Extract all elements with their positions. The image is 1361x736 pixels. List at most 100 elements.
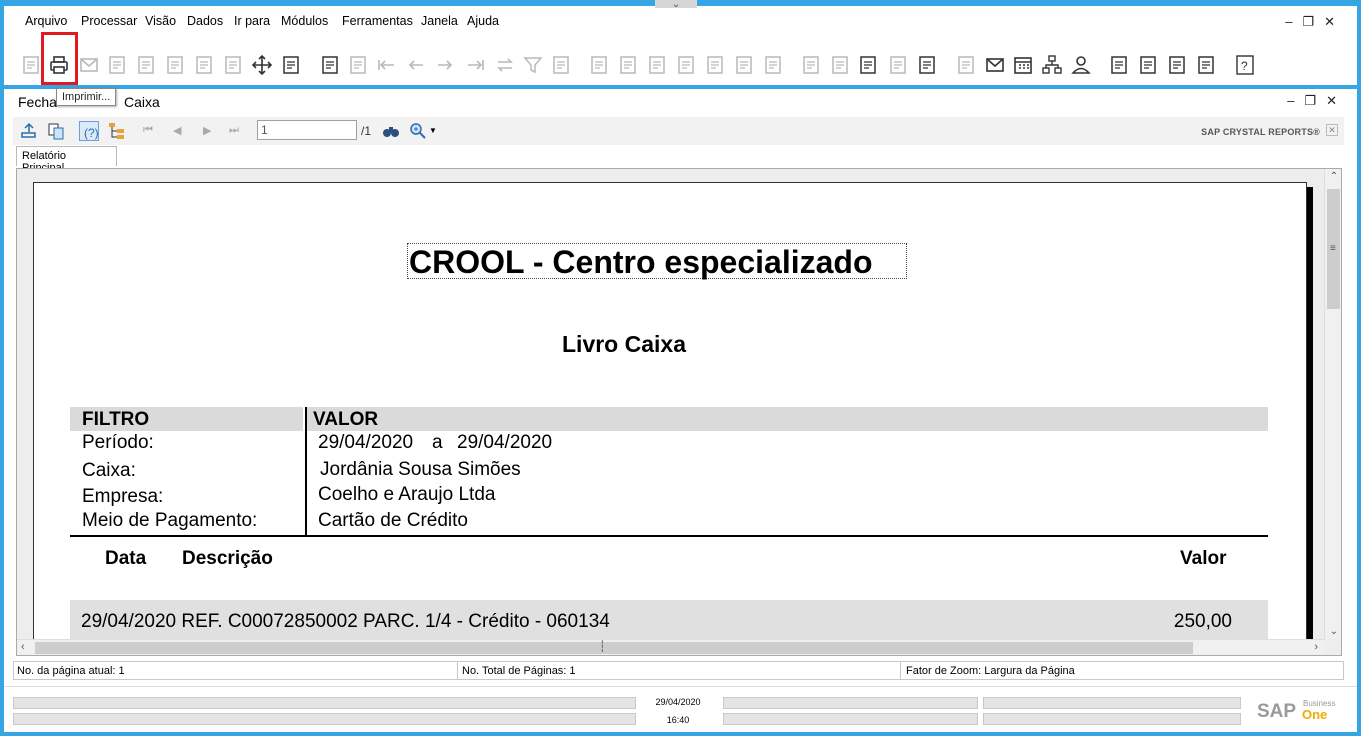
fax-icon[interactable] <box>135 54 157 76</box>
next-record-icon[interactable] <box>434 54 456 76</box>
email-icon[interactable] <box>78 54 100 76</box>
help-icon[interactable]: ? <box>1234 54 1256 76</box>
menu-bar: Arquivo Processar Visão Dados Ir para Mó… <box>4 8 1357 36</box>
widgets-icon[interactable] <box>1137 54 1159 76</box>
window-frame-bottom <box>0 732 1361 736</box>
menu-modulos[interactable]: Módulos <box>281 14 328 28</box>
move-icon[interactable] <box>251 54 273 76</box>
user-icon[interactable] <box>1070 54 1092 76</box>
menu-processar[interactable]: Processar <box>81 14 137 28</box>
scroll-grip-icon: ┆ <box>599 641 606 653</box>
horizontal-scroll-thumb[interactable] <box>35 642 1193 654</box>
sort-icon[interactable] <box>550 54 572 76</box>
column-header-valor: Valor <box>1180 548 1227 569</box>
status-date: 29/04/2020 <box>655 697 701 707</box>
previous-page-icon[interactable]: ◀ <box>173 124 193 144</box>
toolbar-separator <box>4 85 1357 89</box>
scroll-right-icon[interactable]: › <box>1314 641 1318 653</box>
journal-icon[interactable] <box>733 54 755 76</box>
mail-icon[interactable] <box>984 54 1006 76</box>
binoculars-icon[interactable] <box>381 121 401 141</box>
status-time: 16:40 <box>666 715 690 725</box>
horizontal-scrollbar[interactable]: ‹ ┆ › <box>17 639 1324 655</box>
main-toolbar: ? <box>4 42 1357 86</box>
menu-arquivo[interactable]: Arquivo <box>25 14 67 28</box>
next-page-icon[interactable]: ▶ <box>203 124 223 144</box>
menu-visao[interactable]: Visão <box>145 14 176 28</box>
close-icon[interactable]: ✕ <box>1324 14 1345 29</box>
last-page-icon[interactable]: ⏭ <box>229 124 249 144</box>
menu-ajuda[interactable]: Ajuda <box>467 14 499 28</box>
sap-business-one-logo: SAP Business One <box>1257 699 1337 723</box>
filter-icon[interactable] <box>522 54 544 76</box>
status-field-box <box>983 713 1241 725</box>
add-icon[interactable] <box>347 54 369 76</box>
layout-designer-icon[interactable] <box>857 54 879 76</box>
filter-label-periodo: Período: <box>82 432 154 453</box>
menu-janela[interactable]: Janela <box>421 14 458 28</box>
balance-icon[interactable] <box>704 54 726 76</box>
preview-icon[interactable] <box>20 54 42 76</box>
first-page-icon[interactable]: ⏮ <box>143 124 163 144</box>
org-chart-icon[interactable] <box>1041 54 1063 76</box>
page-total: /1 <box>361 124 372 138</box>
print-button-highlight <box>41 32 78 85</box>
payment-icon[interactable] <box>646 54 668 76</box>
copy-report-icon[interactable] <box>46 121 66 141</box>
zoom-dropdown-icon[interactable]: ▼ <box>429 126 449 146</box>
menu-ferramentas[interactable]: Ferramentas <box>342 14 413 28</box>
zoom-icon[interactable] <box>408 121 428 141</box>
previous-record-icon[interactable] <box>405 54 427 76</box>
gross-profit-icon[interactable] <box>762 54 784 76</box>
help-icon[interactable]: (?) <box>79 121 99 141</box>
filter-value-meio-pagamento: Cartão de Crédito <box>318 510 468 531</box>
minimize-icon[interactable]: – <box>1287 93 1304 108</box>
group-tree-icon[interactable] <box>107 121 127 141</box>
restore-icon[interactable]: ❐ <box>1302 14 1324 29</box>
last-record-icon[interactable] <box>464 54 486 76</box>
tab-relatorio-principal[interactable]: Relatório Principal <box>16 146 117 174</box>
payment-means-icon[interactable] <box>675 54 697 76</box>
svg-text:?: ? <box>1241 59 1248 73</box>
close-icon[interactable]: ✕ <box>1326 93 1347 108</box>
menu-dados[interactable]: Dados <box>187 14 223 28</box>
calendar-icon[interactable] <box>1012 54 1034 76</box>
alerts-icon[interactable] <box>916 54 938 76</box>
column-header-data: Data <box>105 548 147 569</box>
minimize-icon[interactable]: – <box>1285 14 1302 29</box>
report-window-title: Fecha Caixa <box>18 94 160 110</box>
close-icon[interactable]: ✕ <box>1326 124 1338 136</box>
lock-form-icon[interactable] <box>280 54 302 76</box>
refresh-icon[interactable] <box>494 54 516 76</box>
edit-document-icon[interactable] <box>1195 54 1217 76</box>
message-icon[interactable] <box>887 54 909 76</box>
scroll-left-icon[interactable]: ‹ <box>21 641 25 653</box>
pdf-icon[interactable] <box>222 54 244 76</box>
settings-icon[interactable] <box>829 54 851 76</box>
page-shadow <box>1306 187 1313 655</box>
window-frame-right <box>1357 0 1361 736</box>
menu-ir-para[interactable]: Ir para <box>234 14 270 28</box>
docs-icon[interactable] <box>1108 54 1130 76</box>
find-icon[interactable] <box>319 54 341 76</box>
report-window-controls: –❐✕ <box>1287 93 1347 109</box>
restore-icon[interactable]: ❐ <box>1304 93 1326 108</box>
page-number-input[interactable]: 1 <box>257 120 357 140</box>
excel-icon[interactable] <box>164 54 186 76</box>
export-icon[interactable] <box>1166 54 1188 76</box>
total-pages-status: No. Total de Páginas: 1 <box>462 665 576 677</box>
scroll-down-icon[interactable]: ⌄ <box>1325 626 1341 637</box>
base-document-icon[interactable] <box>588 54 610 76</box>
status-message-box <box>13 697 636 709</box>
activity-icon[interactable] <box>955 54 977 76</box>
column-header-descricao: Descrição <box>182 548 273 569</box>
vertical-scrollbar[interactable]: ⌃ ≡ ⌄ <box>1324 169 1341 639</box>
viewer-status-bar: No. da página atual: 1 No. Total de Pági… <box>13 661 1344 680</box>
export-report-icon[interactable] <box>19 121 39 141</box>
scroll-up-icon[interactable]: ⌃ <box>1325 171 1341 182</box>
sms-icon[interactable] <box>106 54 128 76</box>
target-document-icon[interactable] <box>617 54 639 76</box>
first-record-icon[interactable] <box>376 54 398 76</box>
word-icon[interactable] <box>193 54 215 76</box>
edit-icon[interactable] <box>800 54 822 76</box>
